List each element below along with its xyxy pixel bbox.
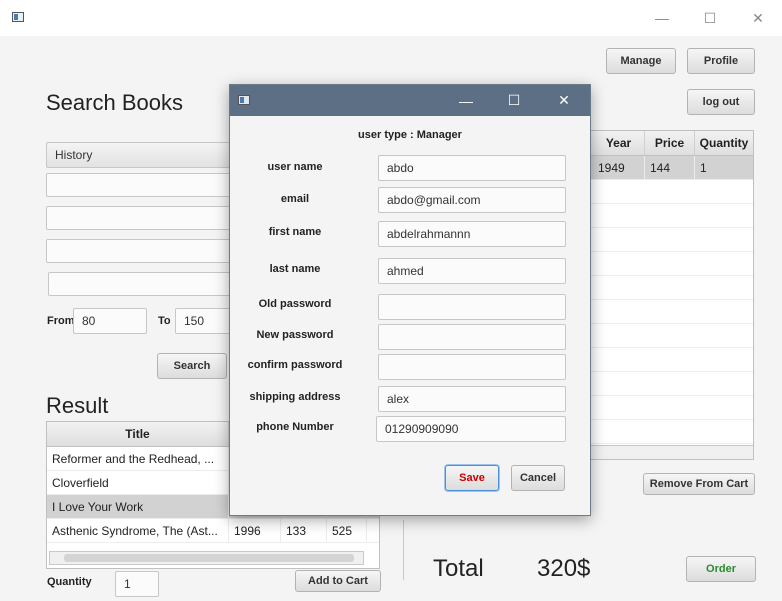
cancel-button[interactable]: Cancel xyxy=(511,465,565,491)
manage-button[interactable]: Manage xyxy=(606,48,676,74)
cell-qty: 1 xyxy=(700,160,707,175)
scrollbar-thumb[interactable] xyxy=(64,554,354,562)
user-type-label: user type : Manager xyxy=(358,129,462,141)
email-label: email xyxy=(280,193,310,205)
column-price[interactable]: Price xyxy=(645,131,695,155)
cell-price: 133 xyxy=(281,519,327,542)
cell-year: 1996 xyxy=(229,519,281,542)
close-icon[interactable]: ✕ xyxy=(738,0,778,36)
dialog-minimize-icon[interactable]: — xyxy=(446,85,486,116)
last-name-label: last name xyxy=(269,263,321,275)
username-label: user name xyxy=(267,161,323,173)
app-icon xyxy=(12,12,24,22)
dialog-close-icon[interactable]: ✕ xyxy=(544,85,584,116)
maximize-icon[interactable]: ☐ xyxy=(690,0,730,36)
cell-qty: 525 xyxy=(327,519,367,542)
from-input[interactable]: 80 xyxy=(73,308,147,334)
quantity-input[interactable]: 1 xyxy=(115,571,159,597)
remove-from-cart-button[interactable]: Remove From Cart xyxy=(643,473,755,495)
search-button[interactable]: Search xyxy=(157,353,227,379)
vertical-divider xyxy=(403,520,404,580)
category-select[interactable]: History xyxy=(46,142,236,168)
column-quantity[interactable]: Quantity xyxy=(695,131,753,155)
shipping-address-label: shipping address xyxy=(249,391,341,403)
new-password-label: New password xyxy=(256,329,334,341)
new-password-input[interactable] xyxy=(378,324,566,350)
cell-title: Cloverfield xyxy=(47,471,229,494)
search-field-1[interactable] xyxy=(46,173,236,197)
phone-number-label: phone Number xyxy=(256,421,334,433)
table-row[interactable]: Asthenic Syndrome, The (Ast... 1996 133 … xyxy=(47,519,379,543)
search-field-3[interactable] xyxy=(46,239,236,263)
save-button[interactable]: Save xyxy=(445,465,499,491)
from-label: From xyxy=(47,315,75,327)
column-title[interactable]: Title xyxy=(47,422,229,446)
cell-title: Reformer and the Redhead, ... xyxy=(47,447,229,470)
quantity-label: Quantity xyxy=(47,576,92,588)
window-titlebar: — ☐ ✕ xyxy=(0,0,782,36)
first-name-input[interactable]: abdelrahmannn xyxy=(378,221,566,247)
dialog-app-icon xyxy=(238,95,250,105)
email-input[interactable]: abdo@gmail.com xyxy=(378,187,566,213)
old-password-input[interactable] xyxy=(378,294,566,320)
confirm-password-input[interactable] xyxy=(378,354,566,380)
old-password-label: Old password xyxy=(258,298,332,310)
total-value: 320$ xyxy=(537,555,591,582)
search-field-4[interactable] xyxy=(48,272,236,296)
to-label: To xyxy=(158,315,171,327)
horizontal-scrollbar[interactable] xyxy=(49,551,364,565)
profile-dialog: — ☐ ✕ user type : Manager user name abdo… xyxy=(229,84,591,516)
phone-number-input[interactable]: 01290909090 xyxy=(376,416,566,442)
first-name-label: first name xyxy=(268,226,322,238)
to-input[interactable]: 150 xyxy=(175,308,235,334)
last-name-input[interactable]: ahmed xyxy=(378,258,566,284)
profile-button[interactable]: Profile xyxy=(687,48,755,74)
logout-button[interactable]: log out xyxy=(687,89,755,115)
minimize-icon[interactable]: — xyxy=(642,0,682,36)
search-field-2[interactable] xyxy=(46,206,236,230)
search-heading: Search Books xyxy=(46,90,183,115)
add-to-cart-button[interactable]: Add to Cart xyxy=(295,570,381,592)
column-year[interactable]: Year xyxy=(593,131,645,155)
cell-year: 1949 xyxy=(593,156,645,179)
dialog-maximize-icon[interactable]: ☐ xyxy=(494,85,534,116)
dialog-titlebar: — ☐ ✕ xyxy=(230,85,590,116)
total-label: Total xyxy=(433,555,484,582)
cell-title: Asthenic Syndrome, The (Ast... xyxy=(47,519,229,542)
result-heading: Result xyxy=(46,393,109,418)
confirm-password-label: confirm password xyxy=(247,359,343,371)
cell-price: 144 xyxy=(645,156,695,179)
username-input[interactable]: abdo xyxy=(378,155,566,181)
order-button[interactable]: Order xyxy=(686,556,756,582)
cell-title: I Love Your Work xyxy=(47,495,229,518)
shipping-address-input[interactable]: alex xyxy=(378,386,566,412)
